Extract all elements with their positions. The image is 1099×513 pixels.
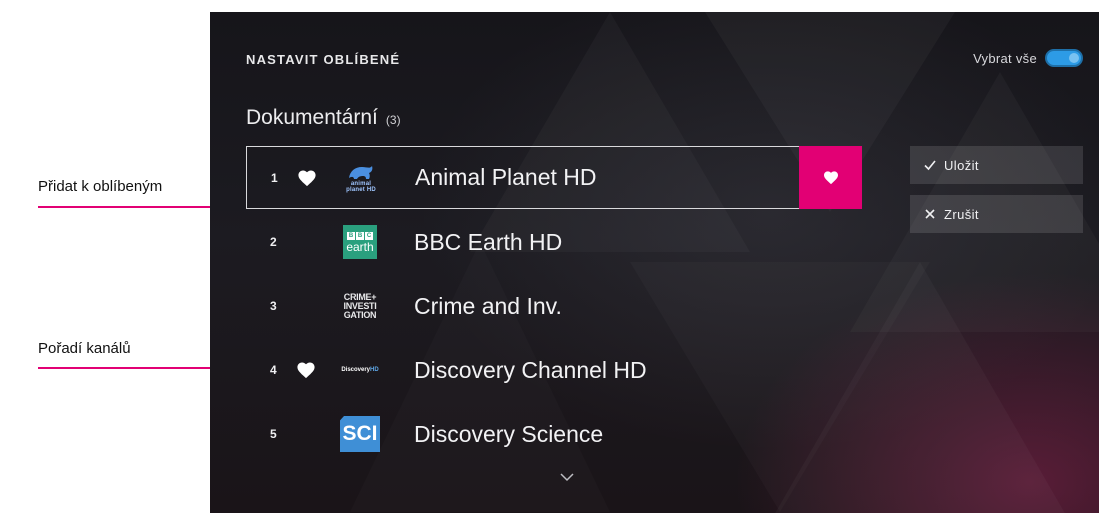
animal-planet-hd-logo: animal planet HD (333, 158, 389, 198)
cancel-button[interactable]: Zrušit (910, 195, 1083, 233)
channel-row-discovery-science[interactable]: 5 SCI Discovery Science (246, 402, 862, 466)
check-icon (924, 160, 936, 171)
chevron-down-icon[interactable] (560, 472, 574, 482)
category-heading: Dokumentární (3) (246, 106, 401, 130)
channel-name: Discovery Science (414, 420, 604, 447)
heart-icon (297, 362, 315, 379)
add-to-favorites-button[interactable] (799, 146, 862, 209)
channel-number: 3 (270, 299, 277, 313)
cancel-button-label: Zrušit (944, 206, 979, 222)
heart-icon (298, 169, 316, 186)
channel-list: 1 animal planet HD Animal Planet HD 2 B (246, 146, 862, 466)
select-all-control[interactable]: Vybrat vše (973, 49, 1083, 67)
category-name: Dokumentární (246, 106, 378, 129)
logo-text: HD (370, 367, 379, 373)
channel-number: 2 (270, 235, 277, 249)
logo-text: C (365, 231, 373, 240)
logo-text: planet HD (346, 186, 376, 193)
bbc-earth-logo: B B C earth (332, 222, 388, 262)
channel-number: 1 (271, 170, 278, 185)
logo-text: GATION (343, 309, 377, 320)
channel-row-crime-investigation[interactable]: 3 CRIME+ INVESTI GATION Crime and Inv. (246, 274, 862, 338)
logo-text: Discovery (341, 367, 370, 373)
tv-screen: NASTAVIT OBLÍBENÉ Vybrat vše Dokumentárn… (210, 12, 1099, 513)
channel-name: Animal Planet HD (415, 164, 597, 190)
page-title: NASTAVIT OBLÍBENÉ (246, 52, 401, 67)
save-button[interactable]: Uložit (910, 146, 1083, 184)
logo-text: SCI (340, 416, 380, 452)
channel-number: 4 (270, 363, 277, 377)
logo-text: B (356, 231, 364, 240)
discovery-science-logo: SCI (332, 414, 388, 454)
heart-icon (823, 171, 838, 185)
toggle-knob (1069, 53, 1079, 63)
channel-name: Discovery Channel HD (414, 356, 647, 383)
channel-row-animal-planet[interactable]: 1 animal planet HD Animal Planet HD (246, 146, 862, 209)
channel-name: BBC Earth HD (414, 228, 563, 255)
elephant-icon (349, 165, 373, 179)
channel-number: 5 (270, 427, 277, 441)
callout-add-to-favorites: Přidat k oblíbeným (0, 178, 312, 218)
select-all-label: Vybrat vše (973, 50, 1037, 66)
callout-line (38, 367, 238, 369)
logo-text: earth (346, 239, 374, 254)
close-icon (925, 209, 935, 219)
callout-label: Pořadí kanálů (38, 340, 131, 357)
channel-name: Crime and Inv. (414, 292, 562, 319)
callout-label: Přidat k oblíbeným (38, 178, 163, 195)
callout-channel-order: Pořadí kanálů (0, 340, 248, 380)
discovery-hd-logo: DiscoveryHD (332, 350, 388, 390)
logo-text: B (347, 231, 355, 240)
crime-investigation-logo: CRIME+ INVESTI GATION (332, 286, 388, 326)
channel-row-discovery-channel[interactable]: 4 DiscoveryHD Discovery Channel HD (246, 338, 862, 402)
select-all-toggle[interactable] (1045, 49, 1083, 67)
category-count: (3) (385, 113, 401, 127)
channel-row-bbc-earth[interactable]: 2 B B C earth BBC Earth HD (246, 210, 862, 274)
save-button-label: Uložit (944, 157, 979, 173)
